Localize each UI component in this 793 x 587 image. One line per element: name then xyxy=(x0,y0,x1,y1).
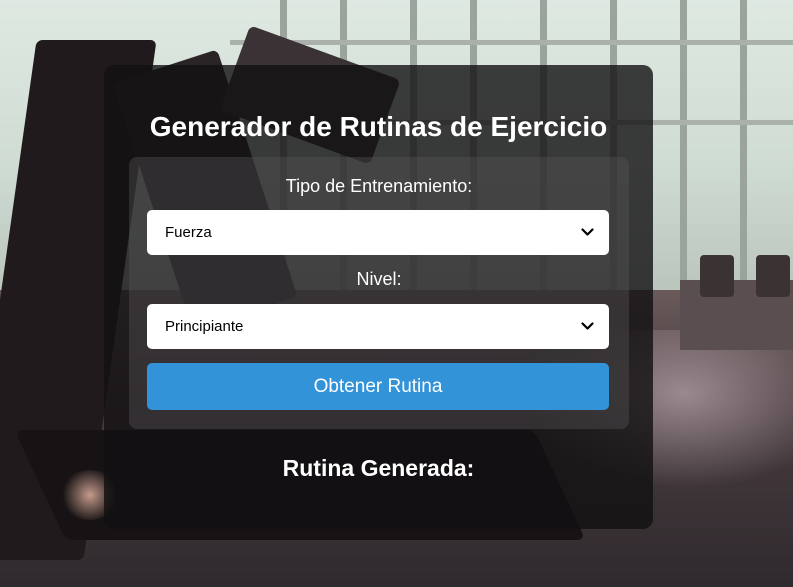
level-label: Nivel: xyxy=(356,269,402,289)
window-frame xyxy=(680,0,687,300)
training-type-select[interactable]: Fuerza xyxy=(147,210,609,255)
training-type-label: Tipo de Entrenamiento: xyxy=(285,176,473,196)
routine-generator-card: Generador de Rutinas de Ejercicio Tipo d… xyxy=(104,65,653,529)
chevron-down-icon xyxy=(581,320,595,334)
background-chair xyxy=(756,255,790,297)
window-frame xyxy=(740,0,747,300)
background-chair xyxy=(700,255,734,297)
training-type-value: Fuerza xyxy=(165,224,212,241)
level-select[interactable]: Principiante xyxy=(147,304,609,349)
routine-form: Tipo de Entrenamiento: Fuerza Nivel: Pri… xyxy=(129,157,629,429)
generated-routine-heading: Rutina Generada: xyxy=(282,455,475,481)
page-title: Generador de Rutinas de Ejercicio xyxy=(149,111,608,142)
get-routine-button[interactable]: Obtener Rutina xyxy=(147,363,609,410)
level-value: Principiante xyxy=(165,318,244,335)
chevron-down-icon xyxy=(581,226,595,240)
window-frame xyxy=(230,40,793,45)
